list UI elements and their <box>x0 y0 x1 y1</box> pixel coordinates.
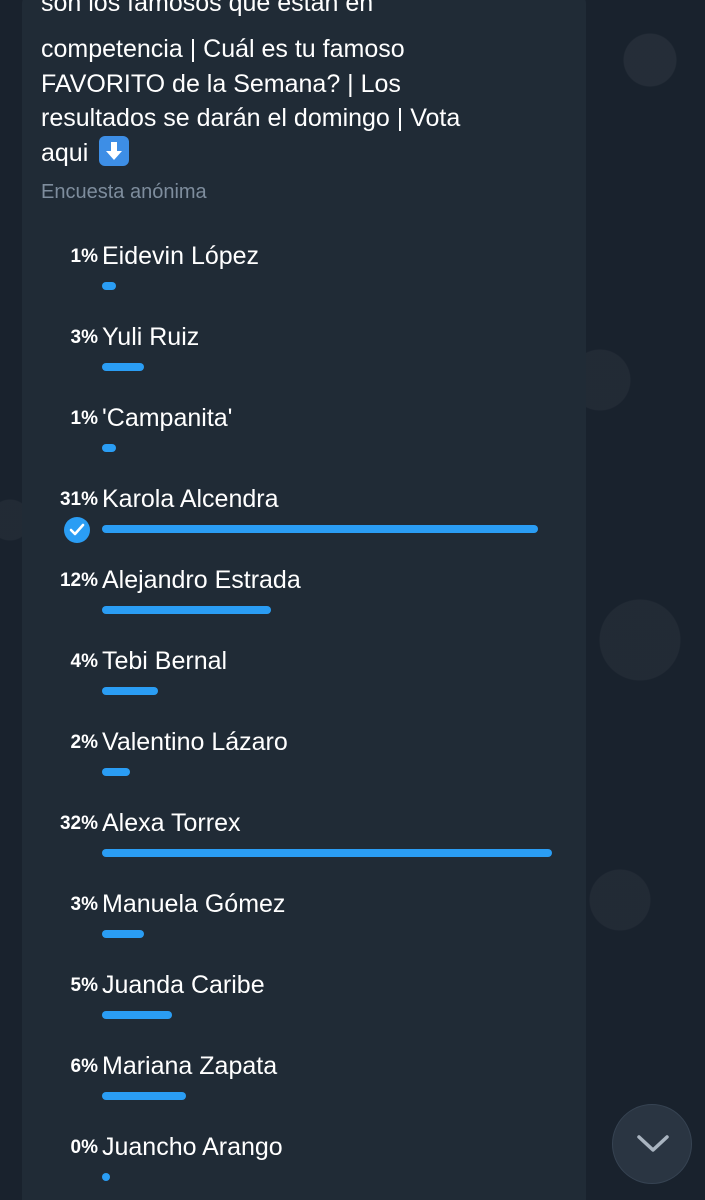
poll-option-label: Alexa Torrex <box>102 809 241 837</box>
poll-question-cut-line: son los famosos que están en <box>41 0 374 17</box>
poll-option: 32% Alexa Torrex <box>22 809 586 889</box>
poll-option-result-bar <box>102 687 158 695</box>
poll-question-line: FAVORITO de la Semana? | Los <box>41 69 401 98</box>
poll-option-label: Valentino Lázaro <box>102 728 288 756</box>
poll-type-label: Encuesta anónima <box>41 181 207 203</box>
poll-option-percent: 3% <box>70 894 98 915</box>
poll-option-label: Tebi Bernal <box>102 647 228 675</box>
poll-option-percent: 32% <box>59 813 98 834</box>
poll-option-result-bar <box>102 930 144 938</box>
poll-option-result-bar <box>102 363 144 371</box>
poll-option-percent: 12% <box>59 570 98 591</box>
poll-option-result-bar <box>102 1092 186 1100</box>
poll-option: 3% Manuela Gómez <box>22 890 586 970</box>
poll-option-label: Alejandro Estrada <box>102 566 301 594</box>
poll-question-last-line: aqui <box>41 135 561 171</box>
poll-option-percent: 1% <box>70 408 98 429</box>
poll-option: 6% Mariana Zapata <box>22 1052 586 1132</box>
poll-option-percent: 0% <box>70 1137 98 1158</box>
poll-option-percent: 1% <box>70 246 98 267</box>
poll-option-result-bar <box>102 282 116 290</box>
poll-option-label: 'Campanita' <box>102 404 233 432</box>
poll-option-percent: 3% <box>70 327 98 348</box>
poll-option-result-bar <box>102 444 116 452</box>
chevron-down-icon <box>637 1135 669 1152</box>
poll-option-label: Eidevin López <box>102 242 260 270</box>
poll-option: 4% Tebi Bernal <box>22 647 586 727</box>
poll-question-line: competencia | Cuál es tu famoso <box>41 35 405 63</box>
poll-option: 12% Alejandro Estrada <box>22 566 586 646</box>
poll-option-label: Juancho Arango <box>102 1133 283 1161</box>
down-arrow-emoji-icon <box>99 135 130 166</box>
poll-option-percent: 31% <box>59 489 98 510</box>
poll-option: 0% Juancho Arango <box>22 1133 586 1200</box>
poll-option-percent: 4% <box>70 651 98 672</box>
poll-option-label: Juanda Caribe <box>102 971 265 999</box>
poll-option: 1% Eidevin López <box>22 242 586 322</box>
poll-option: 1% 'Campanita' <box>22 404 586 484</box>
poll-option-result-bar <box>102 849 552 857</box>
poll-option-label: Karola Alcendra <box>102 485 279 513</box>
poll-option: 3% Yuli Ruiz <box>22 323 586 403</box>
poll-option-result-bar <box>102 1011 172 1019</box>
poll-option-percent: 5% <box>70 975 98 996</box>
poll-option-percent: 6% <box>70 1056 98 1077</box>
poll-question-line: resultados se darán el domingo | Vota <box>41 104 461 132</box>
poll-option-result-bar <box>102 1173 110 1181</box>
poll-option-label: Manuela Gómez <box>102 890 286 918</box>
poll-question-last-text: aqui <box>41 138 89 167</box>
poll-option: 5% Juanda Caribe <box>22 971 586 1051</box>
poll-option-percent: 2% <box>70 732 98 753</box>
poll-option-result-bar <box>102 525 538 533</box>
poll-option-label: Mariana Zapata <box>102 1052 278 1080</box>
poll-option-result-bar <box>102 768 130 776</box>
checkmark-circle-icon <box>64 517 90 543</box>
poll-option: 2% Valentino Lázaro <box>22 728 586 808</box>
poll-option-label: Yuli Ruiz <box>102 323 200 351</box>
poll-option-result-bar <box>102 606 271 614</box>
scroll-down-button[interactable] <box>612 1104 692 1184</box>
poll-option: 31% Karola Alcendra <box>22 485 586 565</box>
